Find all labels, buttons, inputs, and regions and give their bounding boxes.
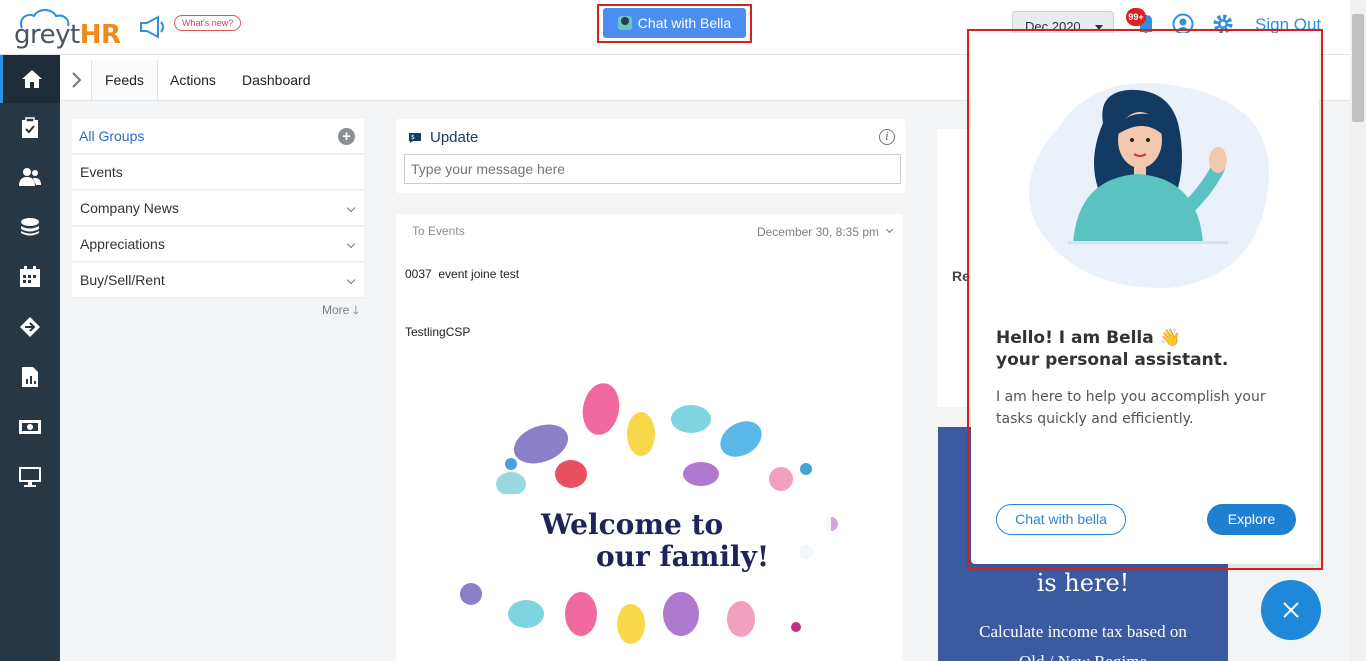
group-buy-sell-rent[interactable]: Buy/Sell/Rent xyxy=(72,263,364,298)
group-label: Events xyxy=(80,164,123,180)
home-icon xyxy=(21,70,42,88)
group-label: Company News xyxy=(80,200,179,216)
promo-subtitle-2: Old / New Regime xyxy=(938,652,1228,661)
left-sidebar xyxy=(0,55,60,661)
sidebar-item-people[interactable] xyxy=(0,153,60,201)
more-link[interactable]: More 🡓 xyxy=(322,301,359,322)
logo-text: greytHR xyxy=(14,20,121,50)
tab-actions[interactable]: Actions xyxy=(157,60,229,100)
close-icon xyxy=(1283,602,1299,618)
greeting-line-1: Hello! I am Bella xyxy=(996,328,1154,348)
welcome-text-1: Welcome to xyxy=(540,508,723,541)
close-bella-button[interactable] xyxy=(1261,580,1321,640)
tab-feeds[interactable]: Feeds xyxy=(92,60,158,100)
welcome-text-2: our family! xyxy=(596,540,769,573)
calendar-icon xyxy=(20,266,40,287)
add-group-icon[interactable]: + xyxy=(338,128,355,145)
update-card: $ Update i xyxy=(396,119,905,193)
update-title: Update xyxy=(430,129,479,146)
info-icon[interactable]: i xyxy=(879,129,895,145)
sidebar-item-calendar[interactable] xyxy=(0,253,60,301)
notification-badge: 99+ xyxy=(1126,8,1146,26)
bella-illustration xyxy=(1018,78,1278,290)
arrow-down-icon: 🡓 xyxy=(352,303,359,317)
sidebar-item-tasks[interactable] xyxy=(0,104,60,152)
logo-hr: HR xyxy=(79,20,121,50)
promo-subtitle: Calculate income tax based on xyxy=(979,622,1187,641)
sidebar-item-engage[interactable] xyxy=(0,453,60,501)
group-all-groups[interactable]: All Groups + xyxy=(72,119,364,154)
people-icon xyxy=(19,168,41,186)
chevron-down-icon xyxy=(346,239,356,249)
more-label: More xyxy=(322,303,350,317)
post-date: December 30, 8:35 pm xyxy=(756,225,879,239)
explore-button[interactable]: Explore xyxy=(1207,504,1296,535)
welcome-image: Welcome to our family! xyxy=(451,379,851,661)
expand-arrow[interactable] xyxy=(62,60,92,100)
monitor-icon xyxy=(19,467,41,487)
logo-grey: greyt xyxy=(14,20,80,50)
money-icon xyxy=(19,420,41,434)
waving-hand-icon: 👋 xyxy=(1159,328,1181,348)
chat-with-bella-label: Chat with Bella xyxy=(637,15,732,31)
groups-panel: All Groups + Events Company News Appreci… xyxy=(72,119,364,299)
chevron-down-icon[interactable] xyxy=(885,225,894,234)
chat-with-bella-popup-button[interactable]: Chat with bella xyxy=(996,504,1126,535)
sidebar-item-reports[interactable] xyxy=(0,353,60,401)
group-label: All Groups xyxy=(79,128,145,144)
chevron-down-icon xyxy=(346,275,356,285)
post-text-line: 0037 event joine test xyxy=(405,267,520,281)
group-events[interactable]: Events xyxy=(72,155,364,190)
tab-dashboard[interactable]: Dashboard xyxy=(229,60,324,100)
chevron-right-icon xyxy=(71,72,81,88)
chevron-down-icon xyxy=(346,203,356,213)
group-label: Buy/Sell/Rent xyxy=(80,272,165,288)
group-appreciations[interactable]: Appreciations xyxy=(72,227,364,262)
bella-greeting: Hello! I am Bella 👋 your personal assist… xyxy=(996,327,1228,371)
sidebar-item-home[interactable] xyxy=(0,55,60,103)
scrollbar-thumb[interactable] xyxy=(1352,14,1364,122)
chat-with-bella-button[interactable]: Chat with Bella xyxy=(603,8,746,38)
post-audience: To Events xyxy=(412,224,465,238)
greeting-line-2: your personal assistant. xyxy=(996,350,1229,370)
group-label: Appreciations xyxy=(80,236,165,252)
feed-post-card: To Events December 30, 8:35 pm 0037 even… xyxy=(396,214,903,661)
sidebar-item-payroll[interactable] xyxy=(0,203,60,251)
svg-text:$: $ xyxy=(411,134,415,141)
sidebar-item-requests[interactable] xyxy=(0,303,60,351)
chat-bubble-icon: $ xyxy=(408,131,422,149)
clipboard-icon xyxy=(22,117,38,138)
update-message-input[interactable] xyxy=(404,154,901,184)
group-company-news[interactable]: Company News xyxy=(72,191,364,226)
megaphone-icon[interactable] xyxy=(138,14,168,45)
post-text-line: TestlingCSP xyxy=(405,325,471,339)
report-icon xyxy=(22,367,38,387)
sidebar-item-salary[interactable] xyxy=(0,403,60,451)
bella-avatar-icon xyxy=(617,16,632,30)
promo-title: is here! xyxy=(1036,569,1130,597)
whats-new-badge[interactable]: What's new? xyxy=(174,15,242,31)
arrow-right-icon xyxy=(20,317,40,337)
coins-icon xyxy=(21,218,39,236)
bella-description: I am here to help you accomplish your ta… xyxy=(996,389,1266,427)
